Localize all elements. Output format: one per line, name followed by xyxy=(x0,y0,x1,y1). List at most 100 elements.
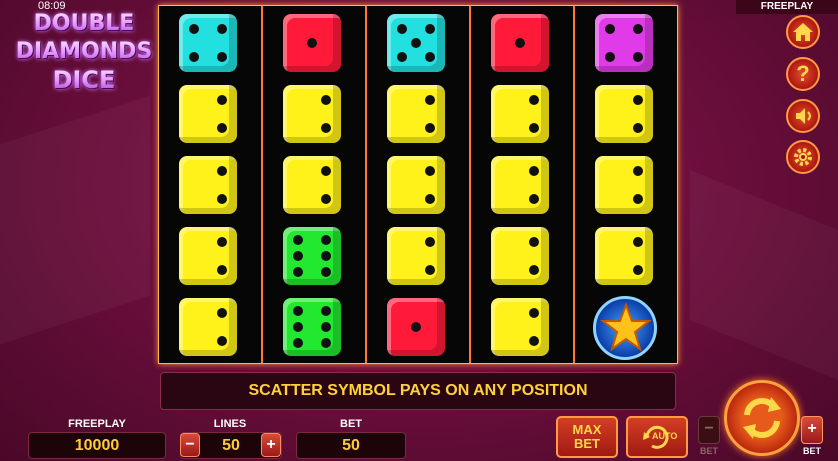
die-pip xyxy=(217,308,227,318)
die-pip xyxy=(217,123,227,133)
die-pip xyxy=(425,237,435,247)
yellow-die-icon xyxy=(491,156,549,214)
yellow-die-icon xyxy=(595,156,653,214)
magenta-die-icon xyxy=(595,14,653,72)
max-bet-line-2: BET xyxy=(574,436,600,451)
reel-column xyxy=(159,6,263,363)
reel-symbol xyxy=(491,85,553,147)
bet-increase-label: BET xyxy=(803,446,821,456)
logo-line-2: DIAMONDS xyxy=(15,39,153,64)
die-pip xyxy=(397,52,407,62)
auto-spin-button[interactable]: AUTO xyxy=(626,416,688,458)
home-button[interactable] xyxy=(786,15,820,49)
reel-symbol xyxy=(491,298,553,360)
reel-symbol xyxy=(491,14,553,76)
reel-symbol xyxy=(283,85,345,147)
reel-symbol xyxy=(491,156,553,218)
die-pip xyxy=(515,38,525,48)
die-pip xyxy=(529,194,539,204)
die-pip xyxy=(189,24,199,34)
help-icon: ? xyxy=(796,61,810,86)
settings-button[interactable] xyxy=(786,140,820,174)
die-pip xyxy=(425,52,435,62)
home-icon xyxy=(793,23,813,41)
yellow-die-icon xyxy=(595,227,653,285)
die-pip xyxy=(217,237,227,247)
die-pip xyxy=(633,166,643,176)
die-pip xyxy=(307,38,317,48)
reel-symbol xyxy=(595,156,657,218)
lines-value: 50 xyxy=(222,437,240,454)
bet-value: 50 xyxy=(296,432,406,459)
scatter-star-icon xyxy=(593,296,657,360)
die-pip xyxy=(217,24,227,34)
die-pip xyxy=(217,194,227,204)
sound-button[interactable] xyxy=(786,99,820,133)
yellow-die-icon xyxy=(283,156,341,214)
die-pip xyxy=(425,265,435,275)
bet-increase-button[interactable]: + xyxy=(801,416,823,444)
reel-symbol xyxy=(283,14,345,76)
die-pip xyxy=(425,166,435,176)
auto-label: AUTO xyxy=(652,431,678,441)
die-pip xyxy=(293,267,303,277)
yellow-die-icon xyxy=(491,227,549,285)
die-pip xyxy=(529,265,539,275)
reel-symbol xyxy=(179,298,241,360)
freeplay-value: 10000 xyxy=(28,432,166,459)
lines-increase-button[interactable]: + xyxy=(261,433,281,457)
help-button[interactable]: ? xyxy=(786,57,820,91)
die-pip xyxy=(217,336,227,346)
logo-line-1: DOUBLE xyxy=(14,10,154,38)
game-logo: DOUBLE DIAMONDS DICE xyxy=(14,10,154,94)
reel-symbol xyxy=(387,85,449,147)
die-pip xyxy=(321,338,331,348)
die-pip xyxy=(633,95,643,105)
die-pip xyxy=(217,166,227,176)
die-pip xyxy=(425,123,435,133)
background-facet xyxy=(690,170,838,380)
sound-icon xyxy=(796,108,811,124)
die-pip xyxy=(411,322,421,332)
bet-decrease-button[interactable]: − xyxy=(698,416,720,444)
yellow-die-icon xyxy=(491,298,549,356)
yellow-die-icon xyxy=(387,227,445,285)
red-die-icon xyxy=(491,14,549,72)
lines-decrease-button[interactable]: − xyxy=(180,433,200,457)
die-pip xyxy=(321,306,331,316)
die-pip xyxy=(321,166,331,176)
yellow-die-icon xyxy=(387,85,445,143)
logo-line-3: DICE xyxy=(14,66,154,94)
reel-symbol xyxy=(595,14,657,76)
max-bet-button[interactable]: MAX BET xyxy=(556,416,618,458)
die-pip xyxy=(293,338,303,348)
reel-grid xyxy=(158,5,678,364)
die-pip xyxy=(529,237,539,247)
bet-decrease-label: BET xyxy=(700,446,718,456)
die-pip xyxy=(529,166,539,176)
spin-button[interactable] xyxy=(724,380,800,456)
die-pip xyxy=(425,194,435,204)
die-pip xyxy=(425,95,435,105)
green-die-icon xyxy=(283,298,341,356)
yellow-die-icon xyxy=(179,85,237,143)
freeplay-label: FREEPLAY xyxy=(68,418,126,430)
die-pip xyxy=(633,24,643,34)
reel-symbol xyxy=(593,296,657,360)
die-pip xyxy=(633,123,643,133)
die-pip xyxy=(321,194,331,204)
reel-column xyxy=(367,6,471,363)
die-pip xyxy=(293,235,303,245)
die-pip xyxy=(633,194,643,204)
die-pip xyxy=(425,24,435,34)
die-pip xyxy=(321,123,331,133)
reel-symbol xyxy=(387,227,449,289)
die-pip xyxy=(605,24,615,34)
spin-arrows-icon xyxy=(743,397,781,439)
mode-badge: FREEPLAY xyxy=(736,0,838,14)
reel-symbol xyxy=(595,227,657,289)
die-pip xyxy=(293,251,303,261)
die-pip xyxy=(397,24,407,34)
die-pip xyxy=(293,306,303,316)
max-bet-line-1: MAX xyxy=(572,422,602,437)
